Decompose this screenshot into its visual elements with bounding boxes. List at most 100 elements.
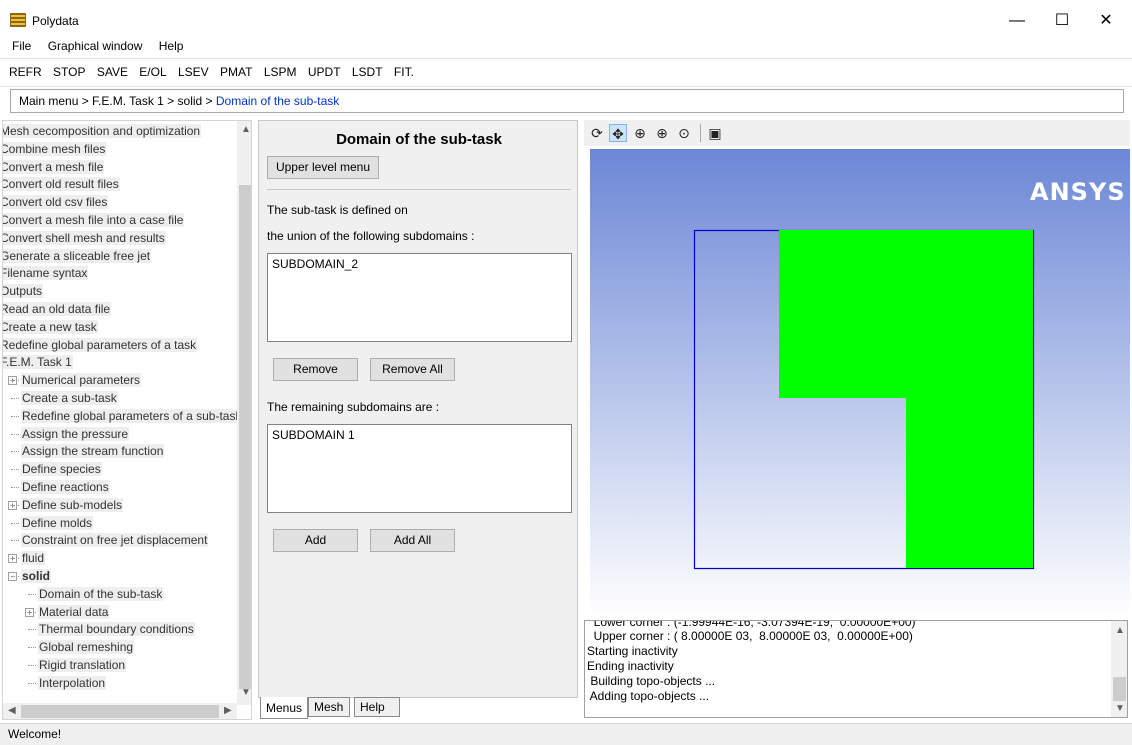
- panel-title: Domain of the sub-task: [336, 131, 502, 148]
- remove-all-button[interactable]: Remove All: [370, 358, 455, 381]
- scroll-up-icon[interactable]: ▲: [241, 124, 251, 135]
- tree-item-label: F.E.M. Task 1: [3, 355, 73, 370]
- fit-button[interactable]: FIT.: [391, 63, 417, 81]
- add-button[interactable]: Add: [273, 529, 358, 552]
- tree-item-create-new-task[interactable]: Create a new task: [3, 319, 98, 337]
- maximize-button[interactable]: ☐: [1040, 6, 1084, 36]
- union-label: the union of the following subdomains :: [267, 229, 475, 243]
- console-line: Upper corner : ( 8.00000E 03, 8.00000E 0…: [587, 629, 913, 643]
- tree-connector: [11, 433, 19, 435]
- tree-item-interpolation[interactable]: Interpolation: [38, 675, 107, 693]
- tree-item-assign-stream-function[interactable]: Assign the stream function: [21, 443, 165, 461]
- scroll-down-icon[interactable]: ▼: [1115, 703, 1125, 714]
- graphics-toolbar: ⟳ ✥ ⊕ ⊕ ⊙ ▣: [584, 120, 1130, 146]
- tree-hscroll-thumb[interactable]: [21, 705, 219, 718]
- close-button[interactable]: ✕: [1084, 6, 1128, 36]
- scroll-left-icon[interactable]: ◀: [8, 705, 16, 716]
- tree-item-redefine-task-params[interactable]: Redefine global parameters of a task: [3, 337, 198, 355]
- add-all-button[interactable]: Add All: [370, 529, 455, 552]
- tree-item-combine-mesh-files[interactable]: Combine mesh files: [3, 141, 107, 159]
- tree-item-label: Convert old result files: [3, 177, 120, 192]
- tree-item-domain-of-sub-task[interactable]: Domain of the sub-task: [38, 586, 164, 604]
- zoom-fit-icon[interactable]: ⊙: [675, 124, 693, 142]
- tree-item-define-reactions[interactable]: Define reactions: [21, 479, 110, 497]
- breadcrumb-current: Domain of the sub-task: [215, 94, 340, 108]
- list-item[interactable]: SUBDOMAIN 1: [272, 428, 567, 442]
- tree-item-fluid[interactable]: fluid: [21, 550, 46, 568]
- refr-button[interactable]: REFR: [6, 63, 45, 81]
- tree-item-material-data[interactable]: Material data: [38, 604, 110, 622]
- menu-file[interactable]: File: [8, 37, 35, 55]
- tree-item-solid[interactable]: solid: [21, 568, 52, 586]
- graphics-viewport[interactable]: [590, 149, 1130, 617]
- tree-connector: [11, 415, 19, 417]
- tree-item-label: Read an old data file: [3, 302, 112, 316]
- evol-button[interactable]: E/OL: [136, 63, 169, 81]
- tree-item-generate-free-jet[interactable]: Generate a sliceable free jet: [3, 248, 152, 266]
- selected-subdomains-list[interactable]: SUBDOMAIN_2: [267, 253, 572, 342]
- stop-button[interactable]: STOP: [50, 63, 88, 81]
- window-title: Polydata: [32, 14, 79, 28]
- tree-scroll-thumb[interactable]: [239, 185, 251, 689]
- tree-item-constraint-free-jet[interactable]: Constraint on free jet displacement: [21, 532, 209, 550]
- tree-connector: [11, 469, 19, 471]
- tree-item-label: Interpolation: [38, 675, 107, 690]
- minimize-button[interactable]: —: [995, 6, 1039, 36]
- tree-item-mesh-decomposition[interactable]: Mesh cecomposition and optimization: [3, 123, 202, 141]
- console-scroll-thumb[interactable]: [1113, 677, 1126, 701]
- tree-connector: [28, 665, 36, 666]
- tab-menus[interactable]: Menus: [260, 697, 308, 719]
- tree-item-global-remeshing[interactable]: Global remeshing: [38, 639, 135, 657]
- tree-item-redefine-sub-task-params[interactable]: Redefine global parameters of a sub-task: [21, 408, 243, 426]
- list-item[interactable]: SUBDOMAIN_2: [272, 257, 567, 271]
- lsdt-button[interactable]: LSDT: [349, 63, 386, 81]
- tree-item-convert-mesh-file[interactable]: Convert a mesh file: [3, 159, 105, 177]
- rotate-icon[interactable]: ⟳: [588, 124, 606, 142]
- scroll-right-icon[interactable]: ▶: [224, 705, 232, 716]
- tree-item-fem-task-1[interactable]: F.E.M. Task 1: [3, 354, 73, 372]
- tree-item-outputs[interactable]: Outputs: [3, 283, 44, 301]
- domain-panel: Domain of the sub-task Upper level menu …: [258, 120, 578, 698]
- breadcrumb-path[interactable]: Main menu > F.E.M. Task 1 > solid >: [19, 94, 216, 108]
- tree-item-thermal-boundary-conditions[interactable]: Thermal boundary conditions: [38, 621, 195, 639]
- tree-item-define-sub-models[interactable]: Define sub-models: [21, 497, 124, 515]
- menu-graphical-window[interactable]: Graphical window: [44, 37, 147, 55]
- toolbar: REFR STOP SAVE E/OL LSEV PMAT LSPM UPDT …: [6, 63, 419, 83]
- tab-mesh[interactable]: Mesh: [308, 697, 350, 717]
- subdomain-2-fill: [779, 230, 1033, 568]
- save-button[interactable]: SAVE: [94, 63, 131, 81]
- tree-item-convert-old-result-files[interactable]: Convert old result files: [3, 176, 120, 194]
- zoom-in-icon[interactable]: ⊕: [653, 124, 671, 142]
- zoom-box-icon[interactable]: ⊕: [631, 124, 649, 142]
- scroll-down-icon[interactable]: ▼: [241, 687, 251, 698]
- tree-item-define-molds[interactable]: Define molds: [21, 515, 94, 533]
- tree-item-define-species[interactable]: Define species: [21, 461, 102, 479]
- title-bar: Polydata — ☐ ✕: [0, 0, 1132, 36]
- camera-icon[interactable]: ▣: [706, 124, 724, 142]
- tree-item-read-old-data-file[interactable]: Read an old data file: [3, 301, 112, 319]
- pan-icon[interactable]: ✥: [609, 124, 627, 142]
- lspm-button[interactable]: LSPM: [261, 63, 300, 81]
- menu-help[interactable]: Help: [155, 37, 188, 55]
- lsev-button[interactable]: LSEV: [175, 63, 212, 81]
- updt-button[interactable]: UPDT: [305, 63, 344, 81]
- upper-level-menu-button[interactable]: Upper level menu: [267, 156, 379, 179]
- remaining-subdomains-list[interactable]: SUBDOMAIN 1: [267, 424, 572, 513]
- tree-item-label: Domain of the sub-task: [38, 586, 164, 601]
- tree-item-numerical-parameters[interactable]: Numerical parameters: [21, 372, 142, 390]
- tree-item-convert-shell-mesh[interactable]: Convert shell mesh and results: [3, 230, 166, 248]
- tree-item-convert-old-csv-files[interactable]: Convert old csv files: [3, 194, 109, 212]
- pmat-button[interactable]: PMAT: [217, 63, 255, 81]
- tree-connector: [28, 629, 36, 631]
- remove-button[interactable]: Remove: [273, 358, 358, 381]
- tree-connector: [11, 576, 19, 577]
- tree-item-label: Define species: [21, 462, 102, 477]
- tree-item-create-sub-task[interactable]: Create a sub-task: [21, 390, 118, 408]
- tree-item-convert-mesh-to-case[interactable]: Convert a mesh file into a case file: [3, 212, 185, 230]
- scroll-up-icon[interactable]: ▲: [1115, 625, 1125, 636]
- tab-help[interactable]: Help: [354, 697, 400, 717]
- tree-item-label: Combine mesh files: [3, 141, 107, 156]
- tree-item-assign-pressure[interactable]: Assign the pressure: [21, 426, 130, 444]
- tree-item-rigid-translation[interactable]: Rigid translation: [38, 657, 127, 675]
- tree-item-filename-syntax[interactable]: Filename syntax: [3, 265, 89, 283]
